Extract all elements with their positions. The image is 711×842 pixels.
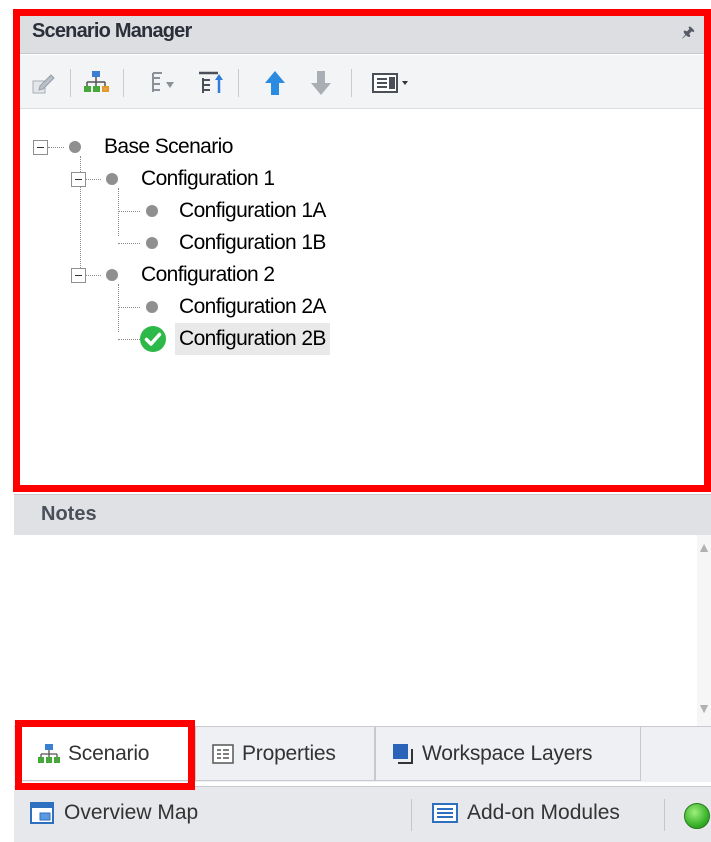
addon-modules-icon	[431, 799, 459, 827]
collapse-base-scenario-icon[interactable]	[33, 140, 48, 155]
workspace-layers-icon	[390, 741, 416, 767]
scroll-up-icon[interactable]: ▲	[697, 539, 711, 555]
panel-title: Scenario Manager	[32, 20, 192, 42]
addon-modules-label: Add-on Modules	[467, 801, 620, 824]
tree-item-configuration-2[interactable]: Configuration 2	[141, 259, 275, 291]
new-child-scenario-icon[interactable]	[81, 68, 111, 98]
notes-scrollbar[interactable]: ▲ ▼	[697, 535, 711, 726]
tree-item-base-scenario[interactable]: Base Scenario	[104, 131, 233, 163]
move-up-icon[interactable]	[260, 68, 290, 98]
view-options-icon[interactable]	[370, 68, 420, 98]
scenario-toolbar	[14, 55, 711, 109]
tab-workspace-layers[interactable]: Workspace Layers	[375, 727, 641, 781]
properties-icon	[210, 741, 236, 767]
filter-icon[interactable]	[196, 68, 226, 98]
notes-header: Notes	[14, 495, 711, 535]
notes-panel: Notes ▲ ▼	[14, 494, 711, 726]
tab-scenario-label: Scenario	[68, 741, 150, 765]
scenario-node-icon	[106, 269, 118, 281]
tab-properties[interactable]: Properties	[195, 727, 375, 781]
tree-item-configuration-2a[interactable]: Configuration 2A	[179, 291, 326, 323]
tab-properties-label: Properties	[242, 741, 336, 765]
collapse-configuration-2-icon[interactable]	[71, 268, 86, 283]
addon-modules-button[interactable]: Add-on Modules	[431, 799, 620, 827]
scenario-node-icon	[146, 205, 158, 217]
tab-scenario[interactable]: Scenario	[21, 727, 195, 781]
overview-map-button[interactable]: Overview Map	[28, 799, 198, 827]
scenario-tree: Base Scenario Configuration 1 Configurat…	[14, 110, 711, 488]
tree-item-configuration-1[interactable]: Configuration 1	[141, 163, 275, 195]
scenario-manager-titlebar: Scenario Manager 🖈	[14, 10, 711, 54]
scenario-node-icon	[106, 173, 118, 185]
scroll-down-icon[interactable]: ▼	[697, 700, 711, 716]
panel-tabstrip: Scenario Properties Workspace Layers	[14, 726, 711, 782]
overview-map-label: Overview Map	[64, 801, 199, 824]
collapse-configuration-1-icon[interactable]	[71, 172, 86, 187]
scenario-tree-icon	[36, 741, 62, 767]
tree-item-configuration-1b[interactable]: Configuration 1B	[179, 227, 326, 259]
tree-item-configuration-2b[interactable]: Configuration 2B	[175, 323, 330, 355]
scenario-node-icon	[146, 301, 158, 313]
notes-title: Notes	[41, 503, 97, 525]
tree-item-configuration-1a[interactable]: Configuration 1A	[179, 195, 326, 227]
pin-icon[interactable]: 🖈	[681, 22, 695, 47]
tab-workspace-layers-label: Workspace Layers	[422, 741, 593, 765]
edit-scenario-icon[interactable]	[28, 68, 58, 98]
green-status-light-icon	[684, 803, 710, 829]
scenario-manager-panel: Scenario Manager 🖈 Base Scenario Configu…	[14, 10, 711, 488]
move-down-icon[interactable]	[306, 68, 336, 98]
scenario-node-icon	[146, 237, 158, 249]
status-bar: Overview Map Add-on Modules	[14, 786, 711, 842]
notes-textarea[interactable]	[14, 535, 697, 726]
scenario-node-icon	[69, 141, 81, 153]
overview-map-icon	[28, 799, 56, 827]
sort-icon[interactable]	[148, 68, 178, 98]
active-scenario-check-icon	[140, 326, 166, 352]
